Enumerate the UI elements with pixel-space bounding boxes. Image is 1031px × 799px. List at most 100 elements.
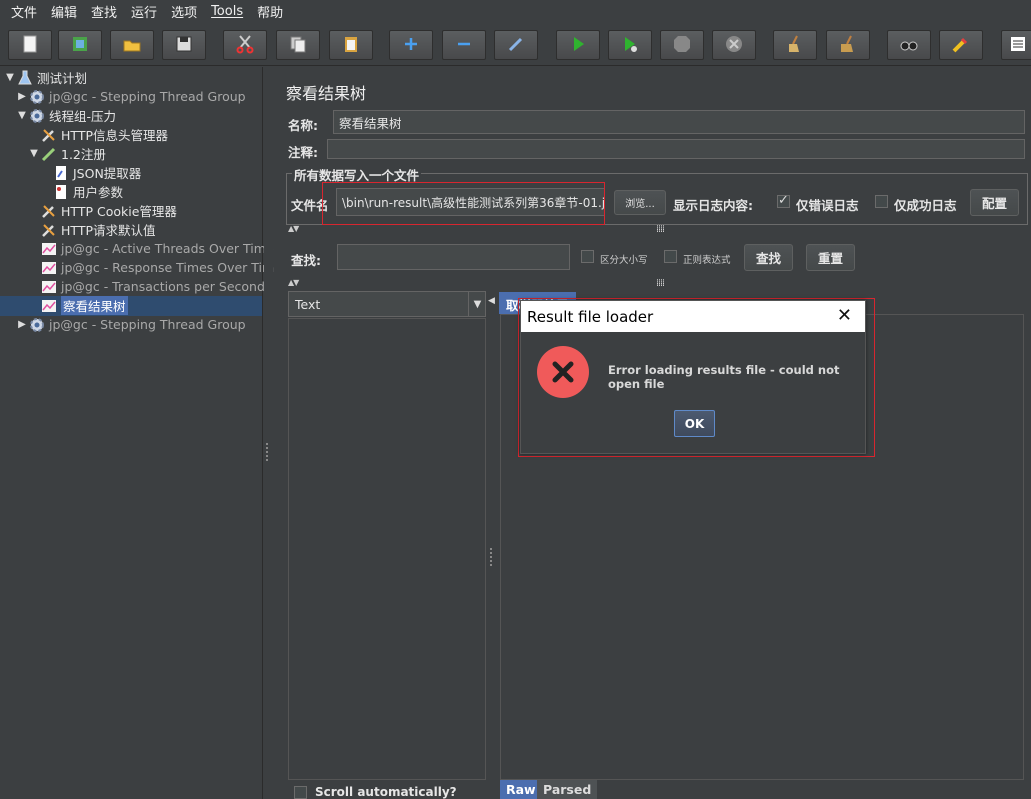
- stop-button[interactable]: [660, 30, 704, 60]
- tree-item[interactable]: ▼ 线程组-压力: [16, 106, 116, 125]
- ok-button[interactable]: OK: [674, 410, 715, 437]
- menu-run[interactable]: 运行: [124, 2, 164, 21]
- configure-button[interactable]: 配置: [970, 189, 1019, 216]
- tree-item[interactable]: jp@gc - Transactions per Second: [28, 277, 265, 296]
- tree-item[interactable]: ▶ jp@gc - Stepping Thread Group: [16, 315, 245, 334]
- name-label: 名称:: [288, 118, 318, 133]
- collapsed-arrow-icon[interactable]: ▶: [16, 91, 28, 102]
- dialog-message: Error loading results file - could not o…: [608, 363, 840, 391]
- wrench-icon: [40, 203, 58, 219]
- cut-button[interactable]: [223, 30, 267, 60]
- binoculars-icon: [899, 34, 919, 57]
- comment-field[interactable]: [327, 139, 1025, 159]
- chevron-down-icon[interactable]: ▼: [468, 291, 486, 317]
- panel-title: 察看结果树: [286, 84, 367, 103]
- reset-button[interactable]: 重置: [806, 244, 855, 271]
- paste-button[interactable]: [329, 30, 373, 60]
- left-arrow-icon[interactable]: ◀: [488, 296, 495, 306]
- regex-checkbox[interactable]: [664, 250, 677, 263]
- tree-item-label: 察看结果树: [61, 296, 128, 315]
- errors-only-label: 仅错误日志: [796, 198, 859, 213]
- tab-parsed[interactable]: Parsed: [537, 780, 598, 799]
- menu-edit[interactable]: 编辑: [44, 2, 84, 21]
- tree-item[interactable]: ▼ 测试计划: [4, 68, 87, 87]
- scroll-auto-checkbox[interactable]: [294, 786, 307, 799]
- tree-item-label: 测试计划: [37, 71, 88, 86]
- collapse-arrows-icon-2[interactable]: ▲▼: [288, 278, 299, 287]
- chart-icon: [40, 298, 58, 314]
- case-sensitive-checkbox[interactable]: [581, 250, 594, 263]
- success-only-checkbox[interactable]: [875, 195, 888, 208]
- error-icon: [537, 346, 589, 398]
- gear-icon: [28, 108, 46, 124]
- tree-item[interactable]: 察看结果树: [28, 296, 128, 315]
- templates-button[interactable]: [58, 30, 102, 60]
- list-icon: [1008, 34, 1028, 57]
- find-button[interactable]: 查找: [744, 244, 793, 271]
- tree-item[interactable]: jp@gc - Response Times Over Time: [28, 258, 282, 277]
- menu-options[interactable]: 选项: [164, 2, 204, 21]
- menu-file[interactable]: 文件: [4, 2, 44, 21]
- tree-item-label: jp@gc - Response Times Over Time: [61, 260, 282, 275]
- tree-item[interactable]: 用户参数: [40, 182, 123, 201]
- filename-highlight-box: [322, 182, 605, 225]
- close-icon[interactable]: ✕: [837, 305, 852, 326]
- splitter-grip-icon[interactable]: [266, 443, 271, 461]
- tree-item[interactable]: jp@gc - Active Threads Over Time: [28, 239, 274, 258]
- case-sensitive-label: 区分大小写: [600, 255, 648, 266]
- expanded-arrow-icon[interactable]: ▼: [28, 148, 40, 159]
- tree-item[interactable]: HTTP信息头管理器: [28, 125, 168, 144]
- toggle-button[interactable]: [494, 30, 538, 60]
- copy-button[interactable]: [276, 30, 320, 60]
- collapsed-arrow-icon[interactable]: ▶: [16, 319, 28, 330]
- errors-only-checkbox[interactable]: [777, 193, 790, 208]
- vertical-splitter[interactable]: [264, 67, 273, 799]
- reset-search-button[interactable]: [939, 30, 983, 60]
- tree-item[interactable]: HTTP请求默认值: [28, 220, 156, 239]
- search-button[interactable]: [887, 30, 931, 60]
- name-field[interactable]: 察看结果树: [333, 110, 1025, 134]
- split-grip-icon[interactable]: ⁞⁞⁞⁞: [656, 224, 665, 235]
- log-display-label: 显示日志内容:: [673, 198, 753, 213]
- tree-item[interactable]: ▶ jp@gc - Stepping Thread Group: [16, 87, 245, 106]
- tree-item[interactable]: ▼ 1.2注册: [28, 144, 106, 163]
- comment-label: 注释:: [288, 145, 318, 160]
- clear-button[interactable]: [773, 30, 817, 60]
- clear-all-button[interactable]: [826, 30, 870, 60]
- tab-raw[interactable]: Raw: [500, 780, 542, 799]
- start-no-pauses-button[interactable]: [608, 30, 652, 60]
- open-button[interactable]: [110, 30, 154, 60]
- shutdown-button[interactable]: [712, 30, 756, 60]
- log-viewer-button[interactable]: [1001, 30, 1031, 60]
- expand-all-button[interactable]: [389, 30, 433, 60]
- toolbar: [0, 22, 1031, 66]
- play-clock-icon: [620, 34, 640, 57]
- menu-search[interactable]: 查找: [84, 2, 124, 21]
- menu-tools[interactable]: Tools: [204, 4, 250, 19]
- tree-item[interactable]: JSON提取器: [40, 163, 141, 182]
- start-button[interactable]: [556, 30, 600, 60]
- search-label: 查找:: [291, 253, 321, 268]
- tree-item-label: 1.2注册: [61, 147, 106, 162]
- new-icon: [20, 34, 40, 57]
- tree-item-label: 用户参数: [73, 185, 124, 200]
- inner-splitter-grip-icon[interactable]: [490, 548, 494, 566]
- search-input[interactable]: [337, 244, 570, 270]
- renderer-select[interactable]: Text: [288, 291, 486, 317]
- split-grip-icon-2[interactable]: ⁞⁞⁞⁞: [656, 278, 665, 289]
- collapse-all-button[interactable]: [442, 30, 486, 60]
- collapse-arrows-icon[interactable]: ▲▼: [288, 224, 299, 233]
- menu-help[interactable]: 帮助: [250, 2, 290, 21]
- tree-item-label: 线程组-压力: [49, 109, 117, 124]
- pipette-icon: [40, 146, 58, 162]
- browse-button[interactable]: 浏览...: [614, 190, 666, 215]
- broom-icon: [785, 34, 805, 57]
- expanded-arrow-icon[interactable]: ▼: [16, 110, 28, 121]
- tree-item[interactable]: HTTP Cookie管理器: [28, 201, 177, 220]
- save-button[interactable]: [162, 30, 206, 60]
- wrench-icon: [40, 127, 58, 143]
- sample-result-list[interactable]: [288, 318, 486, 780]
- result-file-loader-dialog: Result file loader ✕ Error loading resul…: [520, 300, 866, 454]
- new-button[interactable]: [8, 30, 52, 60]
- expanded-arrow-icon[interactable]: ▼: [4, 72, 16, 83]
